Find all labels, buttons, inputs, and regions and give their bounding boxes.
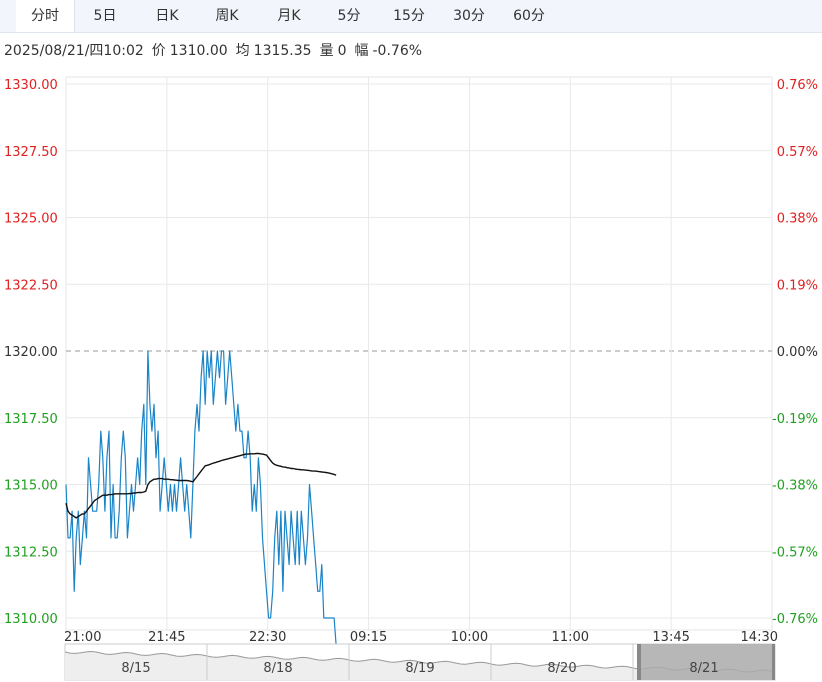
pct-tick-label: -0.38%: [772, 479, 818, 494]
y-tick-label: 1312.50: [4, 545, 58, 560]
price-series-line: [65, 350, 337, 645]
pct-tick-label: -0.57%: [772, 545, 818, 560]
x-tick-label: 21:45: [148, 630, 185, 645]
pct-tick-label: 0.19%: [777, 278, 818, 293]
y-tick-label: 1317.50: [4, 412, 58, 427]
x-tick-label: 14:30: [741, 630, 778, 645]
intraday-chart: 1330.00 0.76% 1327.50 0.57% 1325.00 0.38% 1322…: [4, 76, 818, 681]
x-tick-label: 13:45: [652, 630, 689, 645]
y-tick-label: 1322.50: [4, 278, 58, 293]
pct-tick-label: 0.00%: [777, 345, 818, 360]
y-tick-label: 1325.00: [4, 212, 58, 227]
x-tick-label: 10:00: [451, 630, 488, 645]
plot-area-border: [65, 76, 773, 631]
pct-tick-label: 0.76%: [777, 78, 818, 93]
pct-tick-label: 0.57%: [777, 145, 818, 160]
y-tick-label: 1315.00: [4, 479, 58, 494]
navigator-left-handle[interactable]: [637, 644, 641, 680]
x-tick-label: 21:00: [64, 630, 101, 645]
y-tick-label: 1330.00: [4, 78, 58, 93]
y-tick-label: 1310.00: [4, 612, 58, 627]
navigator-date-label: 8/15: [121, 661, 150, 676]
navigator-date-label: 8/19: [405, 661, 434, 676]
x-tick-label: 09:15: [350, 630, 387, 645]
navigator-date-label: 8/18: [263, 661, 292, 676]
pct-tick-label: 0.38%: [777, 212, 818, 227]
x-tick-label: 11:00: [552, 630, 589, 645]
navigator-date-label: 8/20: [547, 661, 576, 676]
navigator-date-label: 8/21: [689, 661, 718, 676]
x-tick-label: 22:30: [249, 630, 286, 645]
y-tick-label: 1320.00: [4, 345, 58, 360]
pct-tick-label: -0.76%: [772, 612, 818, 627]
pct-tick-label: -0.19%: [772, 412, 818, 427]
navigator-right-handle[interactable]: [772, 644, 775, 680]
y-tick-label: 1327.50: [4, 145, 58, 160]
